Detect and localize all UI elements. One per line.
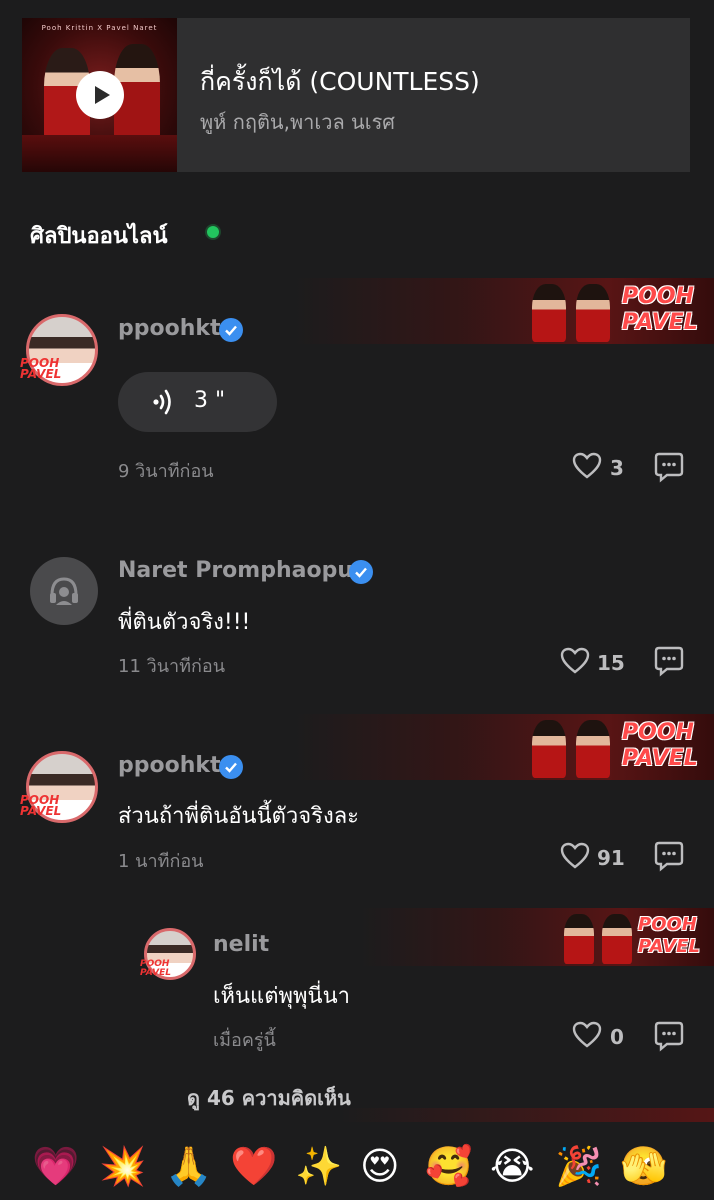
reaction-collision[interactable]: 💥 (99, 1144, 146, 1188)
reaction-smiling-hearts[interactable]: 🥰 (425, 1144, 472, 1188)
default-avatar-icon (50, 577, 78, 605)
comment-timestamp: 1 นาทีก่อน (118, 851, 204, 872)
section-title-online-artists: ศิลปินออนไลน์ (30, 224, 168, 249)
online-status-dot (207, 226, 219, 238)
comment-text: พี่ตินตัวจริง!!! (118, 610, 251, 635)
reply-timestamp: เมื่อครู่นี้ (213, 1030, 276, 1051)
next-comment-banner-edge (340, 1108, 714, 1122)
reply-bubble-icon[interactable] (653, 451, 685, 483)
comment-banner: POOH PAVEL (294, 278, 714, 344)
track-title[interactable]: กี่ครั้งก็ได้ (COUNTLESS) (200, 62, 480, 102)
banner-figure-left (532, 284, 566, 342)
reaction-pray[interactable]: 🙏 (165, 1144, 212, 1188)
avatar-decoration: POOH PAVEL (20, 356, 62, 381)
reply-bubble-icon[interactable] (653, 840, 685, 872)
like-count: 15 (597, 651, 625, 675)
album-art-caption: Pooh Krittin X Pavel Naret (41, 24, 158, 32)
verified-icon (349, 560, 373, 584)
see-more-comments-link[interactable]: ดู 46 ความคิดเห็น (187, 1082, 351, 1114)
reaction-party-popper[interactable]: 🎉 (555, 1144, 602, 1188)
heart-icon[interactable] (572, 1021, 602, 1048)
like-count: 0 (610, 1025, 624, 1049)
voice-duration: 3 " (194, 388, 226, 413)
banner-figure-right (602, 914, 632, 964)
play-icon (95, 86, 110, 104)
play-button[interactable] (76, 71, 124, 119)
track-artist[interactable]: พูห์ กฤติน,พาเวล นเรศ (200, 106, 395, 138)
banner-brand-logo: POOH PAVEL (622, 284, 698, 335)
comment-banner: POOH PAVEL (294, 714, 714, 780)
heart-icon[interactable] (560, 647, 590, 674)
reaction-sparkles[interactable]: ✨ (295, 1144, 342, 1188)
reaction-peeking[interactable]: 🫣 (620, 1144, 667, 1188)
reaction-heart-eyes[interactable]: 😍 (360, 1144, 400, 1188)
avatar-decoration: POOH PAVEL (140, 959, 171, 978)
voice-wave-icon (153, 389, 171, 415)
comment-username[interactable]: ppoohkt (118, 316, 221, 341)
reaction-red-heart[interactable]: ❤️ (230, 1144, 277, 1188)
banner-figure-right (576, 284, 610, 342)
album-table (22, 135, 177, 172)
banner-brand-logo: POOH PAVEL (638, 914, 700, 957)
comment-timestamp: 9 วินาทีก่อน (118, 461, 214, 482)
reply-text: เห็นแต่พุพุนี่นา (213, 984, 350, 1009)
comment-username[interactable]: Naret Promphaopun (118, 558, 369, 583)
reply-bubble-icon[interactable] (653, 645, 685, 677)
track-card[interactable]: Pooh Krittin X Pavel Naret กี่ครั้งก็ได้… (22, 18, 690, 172)
heart-icon[interactable] (572, 452, 602, 479)
verified-icon (219, 755, 243, 779)
default-avatar[interactable] (30, 557, 98, 625)
comment-username[interactable]: ppoohkt (118, 753, 221, 778)
banner-figure-right (576, 720, 610, 778)
reply-username[interactable]: nelit (213, 932, 269, 957)
like-count: 3 (610, 456, 624, 480)
voice-message-player[interactable]: 3 " (118, 372, 277, 432)
banner-figure-left (564, 914, 594, 964)
verified-icon (219, 318, 243, 342)
reaction-crying[interactable]: 😭 (490, 1144, 534, 1188)
reply-banner: POOH PAVEL (360, 908, 714, 966)
heart-icon[interactable] (560, 842, 590, 869)
comment-text: ส่วนถ้าพี่ตินอันนี้ตัวจริงละ (118, 804, 360, 829)
banner-figure-left (532, 720, 566, 778)
comment-timestamp: 11 วินาทีก่อน (118, 656, 226, 677)
reaction-bar: 💗 💥 🙏 ❤️ ✨ 😍 🥰 😭 🎉 🫣 (0, 1122, 714, 1200)
like-count: 91 (597, 846, 625, 870)
banner-brand-logo: POOH PAVEL (622, 720, 698, 771)
reaction-pink-heart[interactable]: 💗 (32, 1144, 79, 1188)
album-art[interactable]: Pooh Krittin X Pavel Naret (22, 18, 177, 172)
avatar-decoration: POOH PAVEL (20, 793, 62, 818)
reply-bubble-icon[interactable] (653, 1020, 685, 1052)
